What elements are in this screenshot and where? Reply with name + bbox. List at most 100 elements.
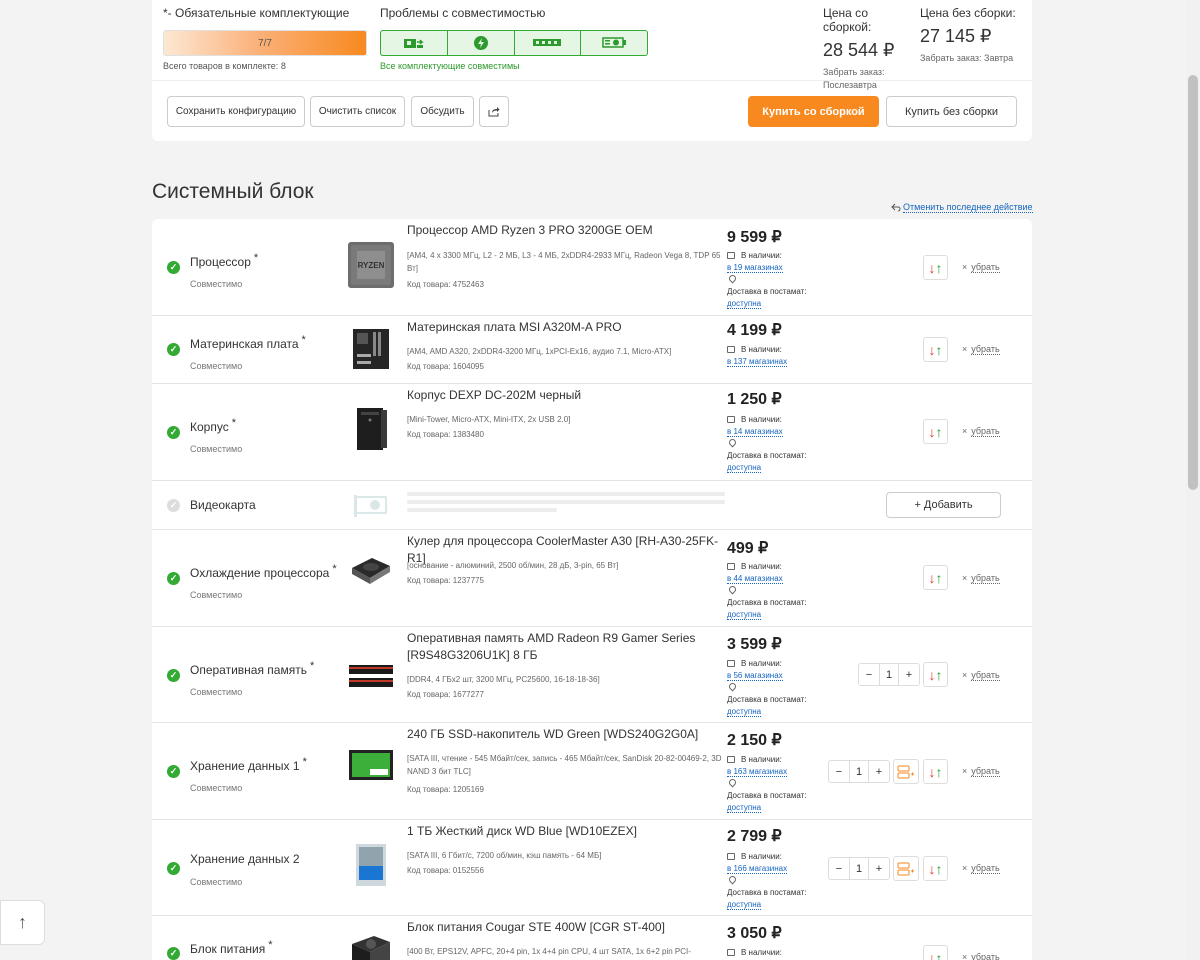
increment-button[interactable]: + bbox=[869, 858, 889, 879]
remove-link[interactable]: × убрать bbox=[962, 262, 1000, 273]
delivery-available-link[interactable]: доступна bbox=[727, 707, 762, 717]
decrement-button[interactable]: − bbox=[829, 761, 849, 782]
svg-text:RYZEN: RYZEN bbox=[358, 261, 385, 270]
stores-link[interactable]: в 14 магазинах bbox=[727, 427, 783, 437]
quantity-stepper[interactable]: − 1 + bbox=[858, 663, 920, 686]
ssd-thumbnail[interactable] bbox=[348, 743, 394, 789]
arrow-up-icon: ↑ bbox=[18, 912, 27, 932]
arrow-up-icon: ↓ bbox=[928, 860, 936, 877]
delivery-available-link[interactable]: доступна bbox=[727, 299, 762, 309]
quantity-stepper[interactable]: − 1 + bbox=[828, 857, 890, 880]
remove-link[interactable]: × убрать bbox=[962, 766, 1000, 777]
product-name[interactable]: Материнская плата MSI A320M-A PRO bbox=[407, 319, 722, 336]
arrow-up-icon: ↓ bbox=[928, 763, 936, 780]
remove-link[interactable]: × убрать bbox=[962, 426, 1000, 437]
motherboard-icon[interactable] bbox=[381, 31, 448, 55]
product-name[interactable]: Блок питания Cougar STE 400W [CGR ST-400… bbox=[407, 919, 722, 936]
compat-text: Совместимо bbox=[190, 687, 243, 697]
price-without-assembly: Цена без сборки: 27 145 ₽ Забрать заказ:… bbox=[920, 6, 1030, 65]
discuss-button[interactable]: Обсудить bbox=[411, 96, 474, 127]
remove-link[interactable]: × убрать bbox=[962, 952, 1000, 960]
stores-link[interactable]: в 56 магазинах bbox=[727, 671, 783, 681]
remove-link[interactable]: × убрать bbox=[962, 344, 1000, 355]
swap-button[interactable]: ↓ ↑ bbox=[923, 662, 948, 687]
ram-icon[interactable] bbox=[515, 31, 582, 55]
assembly-option-button[interactable] bbox=[893, 856, 919, 881]
swap-button[interactable]: ↓ ↑ bbox=[923, 856, 948, 881]
add-gpu-button[interactable]: + Добавить bbox=[886, 492, 1001, 518]
quantity-value[interactable]: 1 bbox=[849, 858, 869, 879]
component-row-ssd: ✓ Хранение данных 1 * Совместимо 240 ГБ S… bbox=[152, 723, 1032, 820]
swap-button[interactable]: ↓ ↑ bbox=[923, 419, 948, 444]
compat-label: Проблемы с совместимостью bbox=[380, 6, 546, 20]
increment-button[interactable]: + bbox=[899, 664, 919, 685]
quantity-value[interactable]: 1 bbox=[879, 664, 899, 685]
store-icon bbox=[727, 949, 735, 956]
product-name[interactable]: 240 ГБ SSD-накопитель WD Green [WDS240G2… bbox=[407, 726, 722, 743]
stores-link[interactable]: в 44 магазинах bbox=[727, 574, 783, 584]
remove-link[interactable]: × убрать bbox=[962, 573, 1000, 584]
delivery-available-link[interactable]: доступна bbox=[727, 610, 762, 620]
delivery-available-link[interactable]: доступна bbox=[727, 900, 762, 910]
delivery-available-link[interactable]: доступна bbox=[727, 803, 762, 813]
scrollbar-thumb[interactable] bbox=[1188, 75, 1198, 490]
quantity-stepper[interactable]: − 1 + bbox=[828, 760, 890, 783]
assembly-option-button[interactable] bbox=[893, 759, 919, 784]
compat-text: Совместимо bbox=[190, 361, 243, 371]
hdd-thumbnail[interactable] bbox=[348, 842, 394, 888]
power-icon[interactable] bbox=[448, 31, 515, 55]
cpu-thumbnail[interactable]: RYZEN bbox=[348, 242, 394, 288]
delivery-available-link[interactable]: доступна bbox=[727, 463, 762, 473]
ram-thumbnail[interactable] bbox=[348, 654, 394, 700]
check-icon: ✓ bbox=[167, 261, 180, 274]
gpu-icon[interactable] bbox=[581, 31, 647, 55]
case-thumbnail[interactable] bbox=[348, 406, 394, 452]
decrement-button[interactable]: − bbox=[829, 858, 849, 879]
category-label: Корпус * bbox=[190, 417, 236, 434]
arrow-down-icon: ↑ bbox=[935, 423, 943, 440]
swap-button[interactable]: ↓ ↑ bbox=[923, 565, 948, 590]
cooler-thumbnail[interactable] bbox=[348, 548, 394, 594]
quantity-value[interactable]: 1 bbox=[849, 761, 869, 782]
pickup-with: Забрать заказ: Послезавтра bbox=[823, 67, 885, 90]
scroll-to-top-button[interactable]: ↑ bbox=[0, 900, 45, 945]
arrow-down-icon: ↑ bbox=[935, 860, 943, 877]
clear-list-button[interactable]: Очистить список bbox=[310, 96, 405, 127]
share-button[interactable] bbox=[479, 96, 509, 127]
remove-link[interactable]: × убрать bbox=[962, 863, 1000, 874]
save-config-button[interactable]: Сохранить конфигурацию bbox=[167, 96, 305, 127]
product-code: Код товара: 1677277 bbox=[407, 690, 484, 699]
config-summary-panel: *- Обязательные комплектующие 7/7 Всего … bbox=[152, 0, 1032, 141]
swap-button[interactable]: ↓ ↑ bbox=[923, 255, 948, 280]
buy-with-assembly-button[interactable]: Купить со сборкой bbox=[748, 96, 879, 127]
total-items-count: Всего товаров в комплекте: 8 bbox=[163, 61, 286, 71]
swap-button[interactable]: ↓ ↑ bbox=[923, 945, 948, 960]
swap-button[interactable]: ↓ ↑ bbox=[923, 337, 948, 362]
stores-link[interactable]: в 163 магазинах bbox=[727, 767, 788, 777]
psu-thumbnail[interactable] bbox=[348, 930, 394, 960]
location-pin-icon bbox=[727, 874, 738, 885]
product-name[interactable]: Оперативная память AMD Radeon R9 Gamer S… bbox=[407, 630, 722, 664]
swap-button[interactable]: ↓ ↑ bbox=[923, 759, 948, 784]
decrement-button[interactable]: − bbox=[859, 664, 879, 685]
remove-link[interactable]: × убрать bbox=[962, 670, 1000, 681]
buy-without-assembly-button[interactable]: Купить без сборки bbox=[886, 96, 1017, 127]
stores-link[interactable]: в 166 магазинах bbox=[727, 864, 788, 874]
compat-text: Совместимо bbox=[190, 877, 243, 887]
motherboard-thumbnail[interactable] bbox=[348, 326, 394, 372]
stores-link[interactable]: в 137 магазинах bbox=[727, 357, 788, 367]
arrow-up-icon: ↓ bbox=[928, 666, 936, 683]
stores-link[interactable]: в 19 магазинах bbox=[727, 263, 783, 273]
product-name[interactable]: Корпус DEXP DC-202M черный bbox=[407, 387, 722, 404]
product-name[interactable]: Процессор AMD Ryzen 3 PRO 3200GE OEM bbox=[407, 222, 722, 239]
increment-button[interactable]: + bbox=[869, 761, 889, 782]
location-pin-icon bbox=[727, 584, 738, 595]
check-icon: ✓ bbox=[167, 669, 180, 682]
undo-icon bbox=[891, 203, 901, 212]
price-with-label: Цена со сборкой: bbox=[823, 6, 872, 34]
category-label: Материнская плата * bbox=[190, 334, 306, 351]
arrow-down-icon: ↑ bbox=[935, 569, 943, 586]
product-spec: [400 Вт, EPS12V, APFC, 20+4 pin, 1x 4+4 … bbox=[407, 947, 691, 956]
product-name[interactable]: 1 ТБ Жесткий диск WD Blue [WD10EZEX] bbox=[407, 823, 722, 840]
undo-last-action-link[interactable]: Отменить последнее действие bbox=[891, 202, 1033, 213]
